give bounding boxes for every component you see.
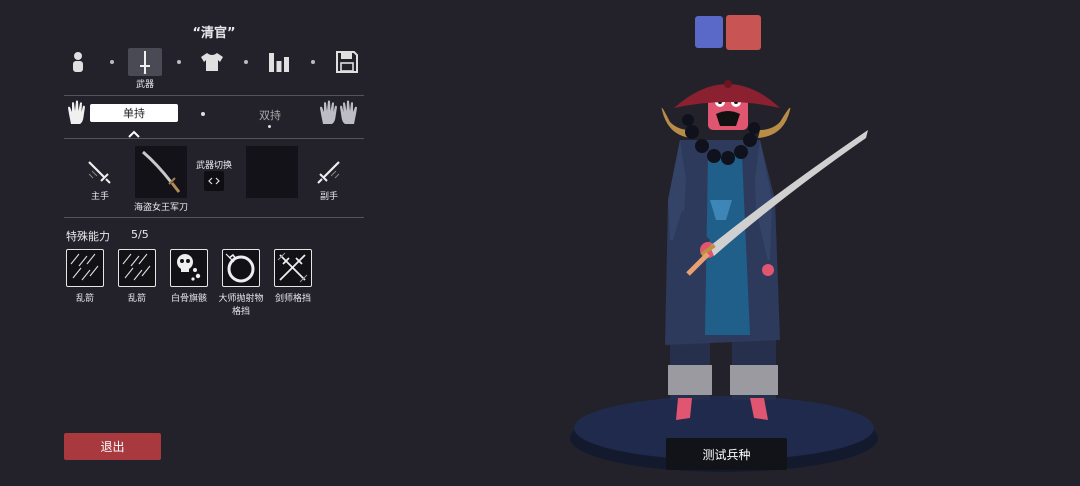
- tab-weapon-label: 武器: [135, 80, 154, 90]
- save-icon: [336, 51, 358, 73]
- skill-slot[interactable]: [274, 249, 312, 287]
- dual-indicator-dot: [268, 125, 271, 128]
- skill-label: 乱箭: [75, 294, 94, 304]
- unit-name-title: “清官”: [192, 26, 236, 41]
- shirt-icon: [201, 53, 223, 71]
- tab-stats[interactable]: [262, 48, 296, 76]
- divider: [64, 217, 364, 218]
- divider: [64, 138, 364, 139]
- tab-outfit[interactable]: [195, 48, 229, 76]
- divider: [64, 95, 364, 96]
- skill-label: 白骨旗骸: [170, 294, 207, 304]
- main-weapon-slot[interactable]: [135, 146, 187, 198]
- tab-save[interactable]: [330, 48, 364, 76]
- team-red-swatch[interactable]: [726, 15, 761, 50]
- skill-label: 剑师格挡: [274, 294, 311, 304]
- weapon-switch-label: 武器切换: [195, 161, 232, 171]
- skill-label: 乱箭: [127, 294, 146, 304]
- selected-caret-icon: [128, 123, 140, 142]
- single-hand-icon: [66, 100, 88, 130]
- test-unit-button[interactable]: 测试兵种: [666, 438, 787, 470]
- tab-appearance[interactable]: [61, 48, 95, 76]
- exit-button[interactable]: 退出: [64, 433, 161, 460]
- off-hand-weapon-slot[interactable]: [246, 146, 298, 198]
- tab-separator-dot: [110, 60, 114, 64]
- arrow-rain-icon: [122, 253, 151, 281]
- skull-icon: [177, 254, 201, 281]
- skill-slot[interactable]: [66, 249, 104, 287]
- sword-icon: [140, 51, 150, 74]
- skill-label: 大师抛射物 格挡: [218, 294, 264, 317]
- character-preview[interactable]: [560, 60, 890, 480]
- tab-weapon[interactable]: [128, 48, 162, 76]
- tab-separator-dot: [177, 60, 181, 64]
- skill-slot[interactable]: [222, 249, 260, 287]
- skills-count: 5/5: [131, 228, 149, 241]
- swap-arrows-icon: [208, 177, 220, 185]
- tab-separator-dot: [311, 60, 315, 64]
- stats-icon: [269, 53, 289, 72]
- person-icon: [73, 52, 83, 72]
- team-blue-swatch[interactable]: [695, 16, 723, 48]
- main-hand-icon: [86, 159, 112, 189]
- arrow-rain-icon: [70, 253, 99, 281]
- sword-block-icon: [277, 252, 308, 283]
- off-hand-label: 副手: [319, 192, 338, 202]
- tab-separator-dot: [244, 60, 248, 64]
- hand-separator-dot: [201, 112, 205, 116]
- skills-title: 特殊能力: [66, 230, 110, 243]
- off-hand-icon: [316, 159, 342, 189]
- single-hand-option[interactable]: 单持: [90, 104, 178, 122]
- main-hand-label: 主手: [90, 192, 109, 202]
- dual-hand-icon: [318, 100, 360, 130]
- skill-slot[interactable]: [118, 249, 156, 287]
- projectile-block-icon: [225, 253, 255, 283]
- main-weapon-name: 海盗女王军刀: [133, 203, 188, 213]
- weapon-switch-button[interactable]: [204, 171, 224, 191]
- saber-icon: [142, 150, 181, 193]
- skill-slot[interactable]: [170, 249, 208, 287]
- dual-hand-option[interactable]: 双持: [250, 107, 290, 123]
